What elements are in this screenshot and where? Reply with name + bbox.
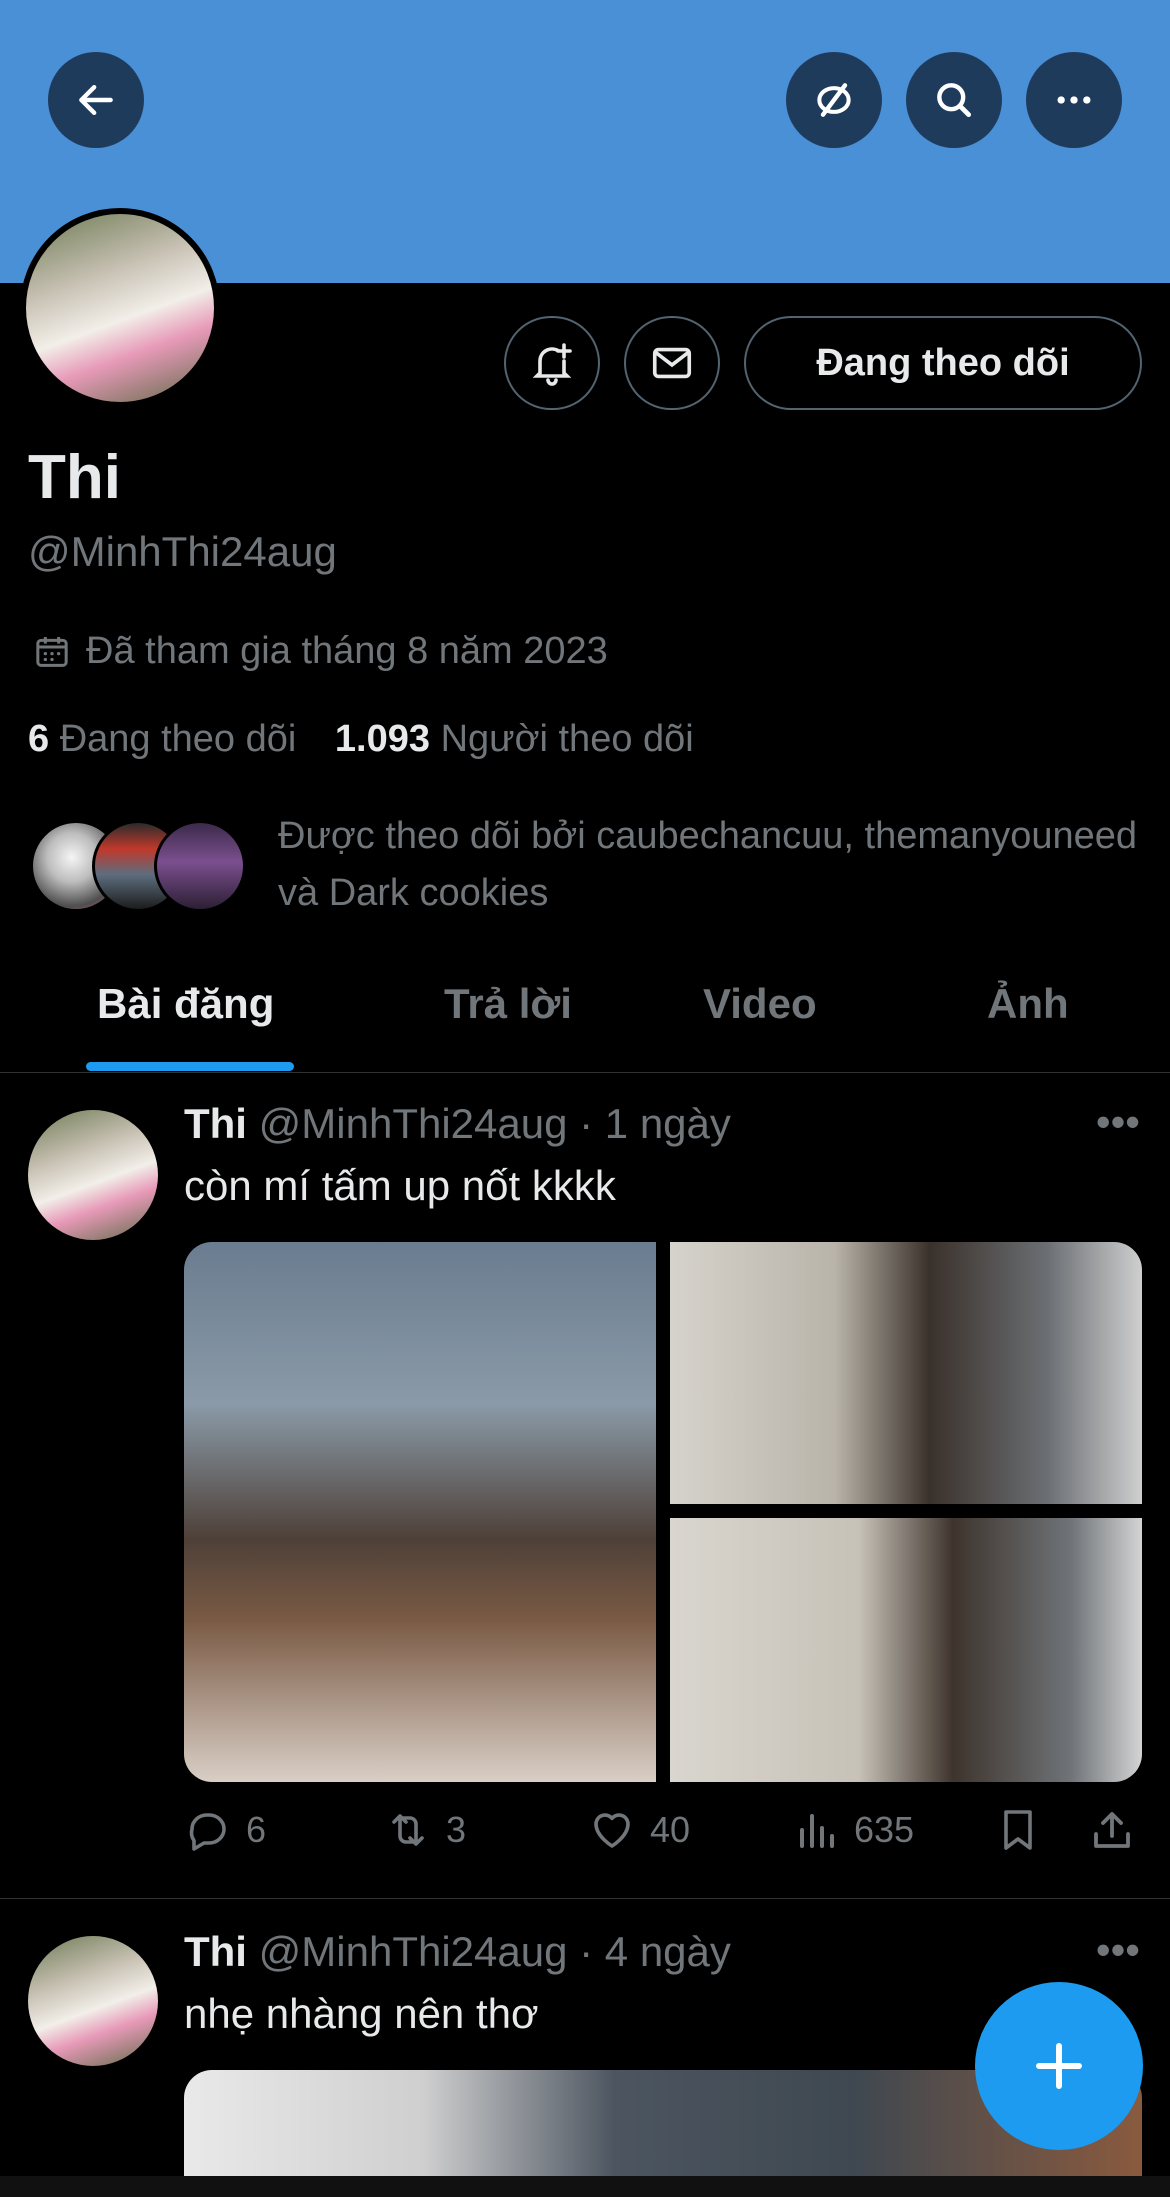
joined-date: Đã tham gia tháng 8 năm 2023 <box>32 630 608 673</box>
more-button[interactable] <box>1026 52 1122 148</box>
post-image[interactable] <box>670 1242 1142 1504</box>
message-button[interactable] <box>624 316 720 410</box>
profile-name: Thi <box>28 443 121 512</box>
post-author-handle[interactable]: @MinhThi24aug <box>259 1100 568 1147</box>
post-author-name[interactable]: Thi <box>184 1928 247 1975</box>
tab-posts[interactable]: Bài đăng <box>97 980 274 1028</box>
reply-button[interactable]: 6 <box>184 1806 266 1854</box>
post-avatar[interactable] <box>28 1936 158 2066</box>
hide-button[interactable] <box>786 52 882 148</box>
following-count: 6 <box>28 718 50 760</box>
reply-icon <box>189 1813 226 1851</box>
post-avatar[interactable] <box>28 1110 158 1240</box>
followed-by-text[interactable]: Được theo dõi bởi caubechancuu, themanyo… <box>278 808 1138 922</box>
search-button[interactable] <box>906 52 1002 148</box>
post-divider <box>0 1898 1170 1899</box>
following-label: Đang theo dõi <box>59 718 297 760</box>
profile-handle: @MinhThi24aug <box>28 528 337 575</box>
tab-replies[interactable]: Trả lời <box>444 980 572 1028</box>
post-media-grid[interactable] <box>184 1242 1142 1782</box>
more-horizontal-icon <box>1057 96 1091 104</box>
profile-avatar[interactable] <box>20 208 220 408</box>
reply-count: 6 <box>246 1809 267 1850</box>
avatar <box>154 820 246 912</box>
follow-counts: 6 Đang theo dõi 1.093 Người theo dõi <box>28 718 694 761</box>
following-button[interactable]: Đang theo dõi <box>744 316 1142 410</box>
post-author-name[interactable]: Thi <box>184 1100 247 1147</box>
joined-text: Đã tham gia tháng 8 năm 2023 <box>86 630 608 672</box>
eye-slash-icon <box>817 83 851 117</box>
post-text: nhẹ nhàng nên thơ <box>184 1990 539 2037</box>
post-image[interactable] <box>184 1242 656 1782</box>
notify-button[interactable] <box>504 316 600 410</box>
profile-tabs: Bài đăng Trả lời Video Ảnh <box>0 960 1170 1073</box>
back-button[interactable] <box>48 52 144 148</box>
followers-link[interactable]: 1.093 Người theo dõi <box>335 718 694 760</box>
post-header: Thi @MinhThi24aug · 1 ngày <box>184 1100 731 1148</box>
views-button[interactable]: 635 <box>792 1806 914 1854</box>
post-actions: 6 3 40 635 <box>184 1806 1142 1862</box>
like-count: 40 <box>650 1809 691 1850</box>
post-image[interactable] <box>670 1518 1142 1782</box>
post-author-handle[interactable]: @MinhThi24aug <box>259 1928 568 1975</box>
views-count: 635 <box>854 1809 915 1850</box>
post-time[interactable]: · 4 ngày <box>579 1928 731 1975</box>
repost-icon <box>392 1814 424 1846</box>
like-button[interactable]: 40 <box>588 1806 690 1854</box>
bookmark-button[interactable] <box>994 1806 1042 1854</box>
mutual-followers-avatars[interactable] <box>30 820 246 912</box>
post-more-button[interactable]: ••• <box>1096 1098 1140 1146</box>
bottom-bar <box>0 2176 1170 2197</box>
bell-plus-icon <box>532 343 572 386</box>
post-time[interactable]: · 1 ngày <box>579 1100 731 1147</box>
following-button-label: Đang theo dõi <box>816 341 1070 384</box>
arrow-left-icon <box>79 84 113 116</box>
active-tab-indicator <box>86 1062 294 1071</box>
bookmark-icon <box>1004 1810 1032 1850</box>
search-icon <box>937 83 972 118</box>
plus-icon <box>1036 2043 1082 2089</box>
post-header: Thi @MinhThi24aug · 4 ngày <box>184 1928 731 1976</box>
repost-button[interactable]: 3 <box>384 1806 466 1854</box>
repost-count: 3 <box>446 1809 467 1850</box>
post-more-button[interactable]: ••• <box>1096 1926 1140 1974</box>
followers-count: 1.093 <box>334 718 430 760</box>
tab-video[interactable]: Video <box>703 980 817 1028</box>
following-link[interactable]: 6 Đang theo dõi <box>28 718 296 760</box>
followers-label: Người theo dõi <box>440 718 694 760</box>
envelope-icon <box>652 347 692 379</box>
calendar-icon <box>36 636 68 667</box>
tab-photos[interactable]: Ảnh <box>987 980 1069 1028</box>
share-button[interactable] <box>1088 1806 1136 1854</box>
share-icon <box>1094 1812 1130 1848</box>
post-text: còn mí tấm up nốt kkkk <box>184 1162 616 1209</box>
compose-button[interactable] <box>975 1982 1143 2150</box>
views-icon <box>800 1814 834 1848</box>
heart-icon <box>594 1813 630 1848</box>
